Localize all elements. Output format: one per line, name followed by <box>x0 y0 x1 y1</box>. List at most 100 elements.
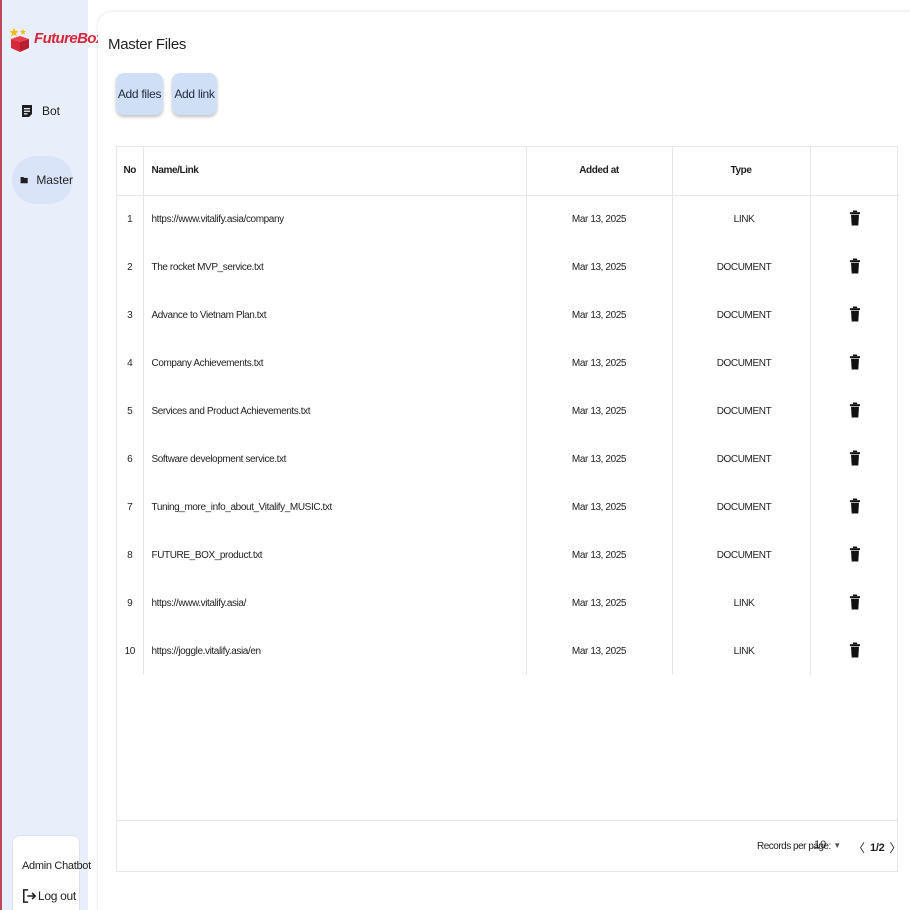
cell-type: LINK <box>672 627 811 675</box>
logout-button[interactable]: Log out <box>22 888 76 904</box>
table-header-row: No Name/Link Added at Type <box>117 147 899 196</box>
trash-icon[interactable] <box>848 449 862 467</box>
header-name: Name/Link <box>143 147 527 196</box>
cell-name: Company Achievements.txt <box>143 339 527 387</box>
table-row: 3 Advance to Vietnam Plan.txt Mar 13, 2025… <box>117 291 899 339</box>
cell-action <box>810 531 899 579</box>
cell-added: Mar 13, 2025 <box>526 195 673 243</box>
table-row: 8 FUTURE_BOX_product.txt Mar 13, 2025 DOCUM… <box>117 531 899 579</box>
cell-added: Mar 13, 2025 <box>526 435 673 483</box>
cell-type: DOCUMENT <box>672 339 811 387</box>
add-link-button[interactable]: Add link <box>172 73 217 115</box>
account-panel: Admin Chatbot Log out <box>12 835 91 910</box>
cell-added: Mar 13, 2025 <box>526 579 673 627</box>
cell-type: DOCUMENT <box>672 483 811 531</box>
trash-icon[interactable] <box>848 593 862 611</box>
trash-icon[interactable] <box>848 353 862 371</box>
trash-icon[interactable] <box>848 257 862 275</box>
cell-action <box>810 579 899 627</box>
chevron-left-icon[interactable]: 〈 <box>850 839 868 856</box>
app-logo[interactable]: FutureBox <box>8 18 104 58</box>
table-row: 9 https://www.vitalify.asia/Mar 13, 2025 L… <box>117 579 899 627</box>
logout-icon <box>22 889 36 903</box>
table-row: 1 https://www.vitalify.asia/company Mar 13… <box>117 195 899 243</box>
sidebar: FutureBox Bot Master Admin Chatbot Log o… <box>0 0 104 910</box>
records-per-page-value: 10 <box>814 839 827 851</box>
pagination: 〈 1/2 〉 <box>850 839 904 856</box>
cell-name: Advance to Vietnam Plan.txt <box>143 291 527 339</box>
cell-type: DOCUMENT <box>672 531 811 579</box>
gift-box-icon <box>10 28 29 52</box>
cell-added: Mar 13, 2025 <box>526 243 673 291</box>
table-footer: Records per page: 10 ▼ 〈 1/2 〉 <box>117 820 901 872</box>
add-files-button[interactable]: Add files <box>116 73 163 115</box>
cell-added: Mar 13, 2025 <box>526 291 673 339</box>
cell-no: 10 <box>117 627 144 675</box>
cell-no: 7 <box>117 483 144 531</box>
table-row: 6 Software development service.txt Mar 13,… <box>117 435 899 483</box>
brand-name: FutureBox <box>34 30 104 47</box>
folder-icon <box>20 177 28 184</box>
cell-type: DOCUMENT <box>672 387 811 435</box>
cell-type: DOCUMENT <box>672 291 811 339</box>
trash-icon[interactable] <box>848 545 862 563</box>
trash-icon[interactable] <box>848 497 862 515</box>
cell-name: Tuning_more_info_about_Vitalify_MUSIC.tx… <box>143 483 527 531</box>
caret-down-icon: ▼ <box>833 840 842 850</box>
cell-no: 9 <box>117 579 144 627</box>
header-added: Added at <box>526 147 673 196</box>
table-row: 5 Services and Product Achievements.txt Ma… <box>117 387 899 435</box>
cell-type: DOCUMENT <box>672 435 811 483</box>
cell-action <box>810 483 899 531</box>
table-row: 7 Tuning_more_info_about_Vitalify_MUSIC.t… <box>117 483 899 531</box>
cell-action <box>810 291 899 339</box>
header-type: Type <box>672 147 811 196</box>
page-title: Master Files <box>108 36 187 53</box>
cell-no: 3 <box>117 291 144 339</box>
logout-label: Log out <box>38 889 76 903</box>
trash-icon[interactable] <box>848 305 862 323</box>
cell-action <box>810 435 899 483</box>
document-list-icon <box>22 105 32 117</box>
account-name: Admin Chatbot <box>22 860 91 872</box>
sidebar-item-master[interactable]: Master <box>12 156 73 204</box>
cell-added: Mar 13, 2025 <box>526 483 673 531</box>
table-row: 10 https://joggle.vitalify.asia/en Mar 13,… <box>117 627 899 675</box>
cell-type: LINK <box>672 195 811 243</box>
cell-name: https://joggle.vitalify.asia/en <box>143 627 527 675</box>
cell-name: The rocket MVP_service.txt <box>143 243 527 291</box>
cell-type: LINK <box>672 579 811 627</box>
cell-type: DOCUMENT <box>672 243 811 291</box>
chevron-right-icon[interactable]: 〉 <box>886 839 904 856</box>
cell-added: Mar 13, 2025 <box>526 531 673 579</box>
cell-action <box>810 387 899 435</box>
files-table: No Name/Link Added at Type 1 https://www.… <box>117 147 899 675</box>
trash-icon[interactable] <box>848 209 862 227</box>
sidebar-item-label: Master <box>36 173 73 187</box>
table-row: 4 Company Achievements.txt Mar 13, 2025 DOC… <box>117 339 899 387</box>
cell-action <box>810 243 899 291</box>
cell-name: https://www.vitalify.asia/company <box>143 195 527 243</box>
cell-name: https://www.vitalify.asia/ <box>143 579 527 627</box>
cell-action <box>810 627 899 675</box>
cell-name: Services and Product Achievements.txt <box>143 387 527 435</box>
table-row: 2 The rocket MVP_service.txt Mar 13, 2025 D… <box>117 243 899 291</box>
cell-added: Mar 13, 2025 <box>526 387 673 435</box>
files-table-card: No Name/Link Added at Type 1 https://www.… <box>116 146 901 872</box>
records-per-page-select[interactable]: 10 ▼ <box>814 839 841 851</box>
cell-no: 1 <box>117 195 144 243</box>
header-no: No <box>117 147 144 196</box>
cell-action <box>810 195 899 243</box>
sidebar-item-label: Bot <box>42 104 61 118</box>
cell-no: 5 <box>117 387 144 435</box>
cell-name: FUTURE_BOX_product.txt <box>143 531 527 579</box>
trash-icon[interactable] <box>848 641 862 659</box>
cell-added: Mar 13, 2025 <box>526 339 673 387</box>
header-action <box>810 147 899 196</box>
sidebar-item-bot[interactable]: Bot <box>12 87 73 135</box>
trash-icon[interactable] <box>848 401 862 419</box>
cell-no: 8 <box>117 531 144 579</box>
cell-no: 4 <box>117 339 144 387</box>
page-indicator: 1/2 <box>870 841 885 854</box>
cell-action <box>810 339 899 387</box>
